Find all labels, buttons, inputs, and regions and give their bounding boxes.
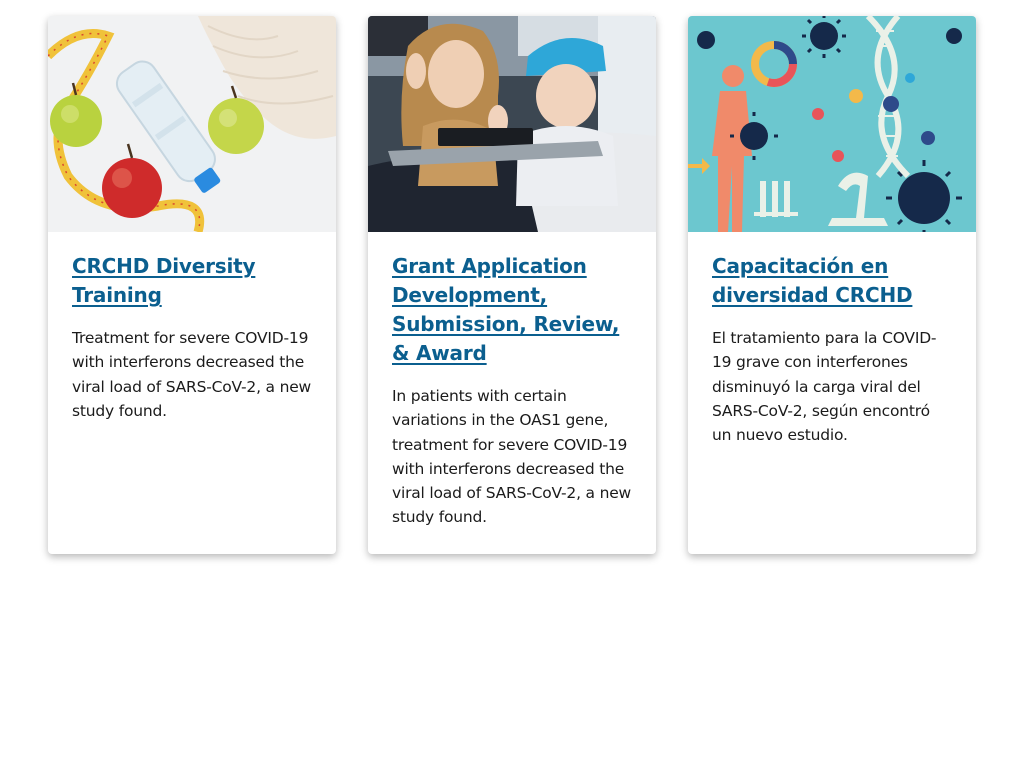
card-title-link[interactable]: Capacitación en diversidad CRCHD — [712, 252, 952, 310]
card-body: CRCHD Diversity Training Treatment for s… — [48, 232, 336, 447]
card-capacitacion-diversidad: Capacitación en diversidad CRCHD El trat… — [688, 16, 976, 554]
patient-waving-image — [368, 16, 656, 232]
card-list: CRCHD Diversity Training Treatment for s… — [48, 16, 976, 554]
card-image-patient-waving[interactable] — [368, 16, 656, 232]
card-description: El tratamiento para la COVID-19 grave co… — [712, 329, 937, 445]
card-image-science-illustration[interactable] — [688, 16, 976, 232]
card-title-link[interactable]: CRCHD Diversity Training — [72, 252, 312, 310]
card-body: Capacitación en diversidad CRCHD El trat… — [688, 232, 976, 471]
healthy-food-image — [48, 16, 336, 232]
card-title-link[interactable]: Grant Application Development, Submissio… — [392, 252, 632, 368]
card-grant-application: Grant Application Development, Submissio… — [368, 16, 656, 554]
card-description: In patients with certain variations in t… — [392, 387, 632, 527]
science-illustration-image — [688, 16, 976, 232]
card-body: Grant Application Development, Submissio… — [368, 232, 656, 554]
card-description: Treatment for severe COVID-19 with inter… — [72, 329, 312, 420]
card-crchd-diversity-training: CRCHD Diversity Training Treatment for s… — [48, 16, 336, 554]
card-image-healthy-food[interactable] — [48, 16, 336, 232]
